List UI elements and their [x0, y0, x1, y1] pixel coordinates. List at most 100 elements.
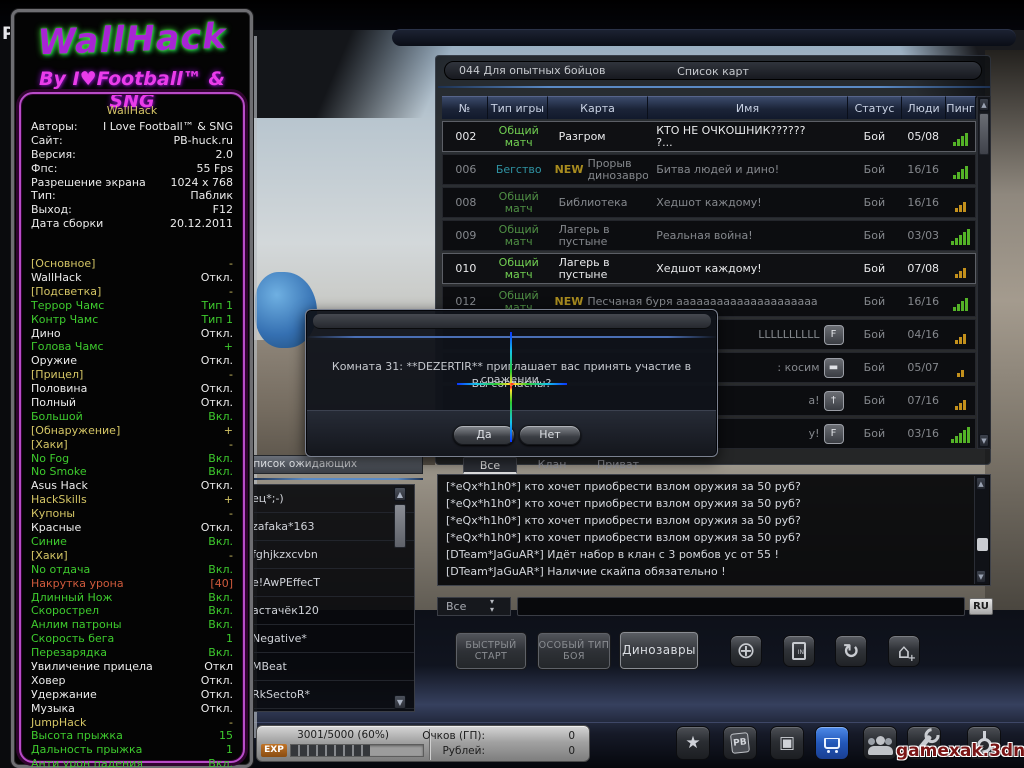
chat-input[interactable] [517, 597, 965, 616]
room-status: Бой [848, 155, 902, 184]
refresh-button[interactable]: ↻ [835, 635, 867, 667]
hack-menu-item: Оружие Откл. [31, 354, 233, 368]
yes-button[interactable]: Да [453, 425, 515, 445]
hack-menu-value: Откл. [201, 327, 233, 341]
chat-channel-select[interactable]: Все ▾▾ [437, 597, 511, 616]
room-ping [945, 254, 975, 283]
create-room-button[interactable]: ⌂+ [888, 635, 920, 667]
hack-menu-value: Вкл. [208, 452, 233, 466]
room-ping [945, 155, 975, 184]
shop-button[interactable] [815, 726, 849, 760]
hack-menu-item: Половина Откл. [31, 382, 233, 396]
scroll-down-icon[interactable]: ▼ [976, 570, 986, 583]
waiting-player[interactable]: Negative* [254, 625, 414, 653]
col-header-map: Карта [548, 96, 648, 119]
hack-menu-gap [31, 231, 233, 257]
hack-menu-item: [Хаки] - [31, 549, 233, 563]
missions-button[interactable]: PB [723, 726, 757, 760]
room-map: Лагерь в пустыне [549, 221, 649, 250]
hack-menu-label: Большой [31, 410, 83, 424]
rubles-value: 0 [568, 745, 575, 757]
hack-menu-label: Купоны [31, 507, 75, 521]
hack-menu-label: [Подсветка] [31, 285, 101, 299]
room-gametype: Общий матч [489, 122, 549, 151]
hack-menu-label: [Обнаружение] [31, 424, 120, 438]
room-row[interactable]: 002 Общий матч Разгром КТО НЕ ОЧКОШНИК??… [442, 121, 976, 152]
room-ping [945, 386, 975, 415]
scroll-up-icon[interactable]: ▲ [394, 487, 406, 501]
hack-menu-value: Вкл. [208, 535, 233, 549]
scroll-down-icon[interactable]: ▼ [979, 434, 989, 447]
wallhack-logo: WallHack [13, 16, 250, 64]
chat-tab-clan[interactable]: Клан [525, 457, 579, 474]
waiting-list-title: Список ожидающих [253, 455, 423, 474]
mode-icon: F [824, 424, 844, 444]
hack-menu-value: - [229, 285, 233, 299]
no-button[interactable]: Нет [519, 425, 581, 445]
community-button[interactable] [863, 726, 897, 760]
room-number: 010 [443, 254, 489, 283]
hack-menu-label: Анлим патроны [31, 618, 122, 632]
hack-menu-label: Перезарядка [31, 646, 107, 660]
quick-start-button[interactable]: БЫСТРЫЙ СТАРТ [455, 632, 527, 670]
server-select-button[interactable]: ⊕ [730, 635, 762, 667]
room-status: Бой [848, 353, 902, 382]
hack-info-label: Авторы: [31, 120, 78, 134]
waiting-player[interactable]: zafaka*163 [254, 513, 414, 541]
room-players: 05/07 [901, 353, 945, 382]
room-map: Лагерь в пустыне [549, 254, 649, 283]
hack-menu-item: Дино Откл. [31, 327, 233, 341]
hack-menu-item: [Подсветка] - [31, 285, 233, 299]
scrollbar-thumb[interactable] [977, 538, 988, 551]
chat-tab-all[interactable]: Все [463, 457, 517, 474]
hack-menu-value: + [224, 493, 233, 507]
exit-room-button[interactable] [783, 635, 815, 667]
room-status: Бой [848, 419, 902, 448]
room-row[interactable]: 006 Бегство NEWПрорыв динозавров Битва л… [442, 154, 976, 185]
hack-menu-item: [Прицел] - [31, 368, 233, 382]
chat-tab-private[interactable]: Приват [587, 457, 649, 474]
hack-menu-value: + [224, 340, 233, 354]
hack-menu-value: Откл. [201, 521, 233, 535]
hack-menu-label: Дальность прыжка [31, 743, 142, 757]
room-map: NEWПрорыв динозавров [549, 155, 649, 184]
waiting-player[interactable]: ец*;-) [254, 485, 414, 513]
scroll-up-icon[interactable]: ▲ [979, 98, 989, 111]
waiting-player[interactable]: MBeat [254, 653, 414, 681]
col-header-players: Люди [902, 96, 946, 119]
globe-icon: ⊕ [736, 638, 755, 664]
scroll-up-icon[interactable]: ▲ [976, 477, 986, 490]
room-ping [945, 122, 975, 151]
scrollbar-thumb[interactable] [979, 113, 989, 155]
hack-menu-item: [Хаки] - [31, 438, 233, 452]
keyboard-lang-badge[interactable]: RU [969, 598, 993, 615]
room-players: 03/16 [901, 419, 945, 448]
waiting-player[interactable]: fghjkzxcvbn [254, 541, 414, 569]
waiting-player[interactable]: е!AwPEffecT [254, 569, 414, 597]
hack-menu-item: Голова Чамс + [31, 340, 233, 354]
waiting-list-scrollbar[interactable]: ▲ ▼ [393, 486, 409, 710]
people-icon [876, 736, 885, 745]
hack-info-label: Сайт: [31, 134, 63, 148]
chevron-down-icon: ▾▾ [490, 598, 494, 614]
ping-bars [955, 392, 966, 410]
room-gametype: Общий матч [489, 254, 549, 283]
chat-scrollbar[interactable]: ▲ ▼ [974, 476, 989, 584]
exp-label: EXP [261, 744, 287, 757]
room-list-scrollbar[interactable]: ▲ ▼ [977, 96, 991, 449]
inventory-button[interactable]: ▣ [770, 726, 804, 760]
hack-menu-label: No Smoke [31, 465, 87, 479]
dinosaurs-button[interactable]: Динозавры [619, 631, 699, 670]
waiting-player[interactable]: астачёк120 [254, 597, 414, 625]
hack-menu-label: Увиличение прицела [31, 660, 153, 674]
room-row[interactable]: 008 Общий матч Библиотека Хедшот каждому… [442, 187, 976, 218]
hack-info-row: Дата сборки 20.12.2011 [31, 217, 233, 231]
room-row[interactable]: 010 Общий матч Лагерь в пустыне Хедшот к… [442, 253, 976, 284]
special-mode-button[interactable]: ОСОБЫЙ ТИП БОЯ [537, 632, 611, 670]
scroll-down-icon[interactable]: ▼ [394, 695, 406, 709]
rank-button[interactable]: ★ [676, 726, 710, 760]
scrollbar-thumb[interactable] [394, 504, 406, 548]
room-row[interactable]: 009 Общий матч Лагерь в пустыне Реальная… [442, 220, 976, 251]
waiting-player[interactable]: RkSectoR* [254, 681, 414, 709]
room-ping [945, 320, 975, 349]
